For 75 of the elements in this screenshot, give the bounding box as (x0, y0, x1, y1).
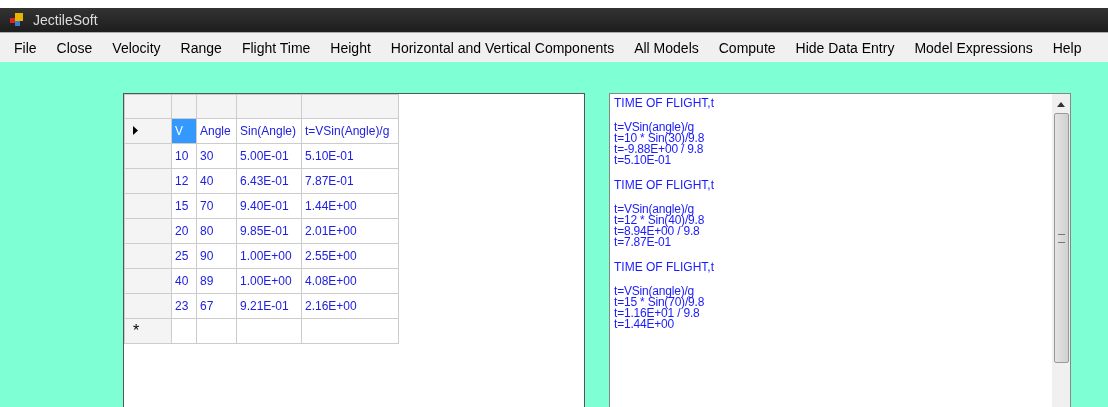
table-cell[interactable]: 2.01E+00 (301, 218, 399, 244)
row-header[interactable] (124, 143, 172, 169)
table-cell[interactable]: 89 (196, 268, 237, 294)
new-row-marker: * (133, 322, 140, 339)
table-cell[interactable]: 1.00E+00 (236, 268, 302, 294)
table-cell[interactable]: 40 (171, 268, 197, 294)
table-cell[interactable]: 4.08E+00 (301, 268, 399, 294)
table-cell[interactable]: 80 (196, 218, 237, 244)
table-cell[interactable]: 23 (171, 293, 197, 319)
menu-item[interactable]: Height (330, 39, 371, 56)
result-heading: TIME OF FLIGHT,t (614, 178, 715, 192)
result-line: t=5.10E-01 (614, 155, 673, 166)
table-cell[interactable]: 2.55E+00 (301, 243, 399, 269)
result-line: t=8.94E+00 / 9.8 (614, 226, 700, 237)
table-cell[interactable]: 15 (171, 193, 197, 219)
scroll-thumb[interactable] (1053, 113, 1069, 363)
table-cell[interactable]: 5.00E-01 (236, 143, 302, 169)
menu-item[interactable]: Compute (718, 39, 776, 56)
result-line: t=10 * Sin(30)/9.8 (614, 133, 706, 144)
result-line: t=1.44E+00 (614, 319, 676, 330)
menu-item[interactable]: Range (180, 39, 222, 56)
table-cell[interactable]: 9.40E-01 (236, 193, 302, 219)
menu-item[interactable]: File (14, 39, 37, 56)
table-cell[interactable]: 25 (171, 243, 197, 269)
result-heading: TIME OF FLIGHT,t (614, 260, 715, 274)
table-cell[interactable]: 7.87E-01 (301, 168, 399, 194)
menu-item[interactable]: Velocity (112, 39, 161, 56)
result-line: t=VSin(angle)/g (614, 204, 695, 215)
row-header[interactable] (124, 218, 172, 244)
current-row-icon (133, 126, 138, 135)
row-header[interactable] (124, 268, 172, 294)
menu-item[interactable]: Horizontal and Vertical Components (390, 39, 615, 56)
table-cell[interactable]: t=VSin(Angle)/g (301, 118, 399, 144)
table-cell[interactable]: 5.10E-01 (301, 143, 399, 169)
row-header[interactable] (124, 293, 172, 319)
table-cell[interactable]: 12 (171, 168, 197, 194)
table-cell[interactable]: 9.21E-01 (236, 293, 302, 319)
menu-item[interactable]: Help (1052, 39, 1082, 56)
table-cell[interactable]: Angle (196, 118, 237, 144)
result-line: t=VSin(angle)/g (614, 122, 695, 133)
result-line: t=7.87E-01 (614, 237, 673, 248)
table-cell[interactable]: 9.85E-01 (236, 218, 302, 244)
menu-item[interactable]: Hide Data Entry (795, 39, 895, 56)
table-cell[interactable]: 10 (171, 143, 197, 169)
result-line: t=-9.88E+00 / 9.8 (614, 144, 705, 155)
table-cell[interactable]: 67 (196, 293, 237, 319)
result-heading: TIME OF FLIGHT,t (614, 96, 715, 110)
result-line: t=15 * Sin(70)/9.8 (614, 297, 706, 308)
table-cell[interactable]: 90 (196, 243, 237, 269)
table-cell[interactable]: 70 (196, 193, 237, 219)
result-line: t=12 * Sin(40)/9.8 (614, 215, 706, 226)
table-cell[interactable]: 6.43E-01 (236, 168, 302, 194)
output-text-area[interactable] (609, 93, 1071, 407)
result-line: t=1.16E+01 / 9.8 (614, 308, 700, 319)
row-header[interactable] (124, 193, 172, 219)
scroll-up-icon[interactable] (1057, 102, 1065, 107)
window-title: JectileSoft (32, 11, 99, 29)
menu-item[interactable]: All Models (634, 39, 699, 56)
table-cell[interactable]: 40 (196, 168, 237, 194)
vertical-scrollbar[interactable] (1052, 94, 1070, 407)
row-header[interactable] (124, 243, 172, 269)
table-cell[interactable]: 20 (171, 218, 197, 244)
menu-item[interactable]: Close (56, 39, 93, 56)
table-cell[interactable]: 30 (196, 143, 237, 169)
table-cell[interactable]: 1.44E+00 (301, 193, 399, 219)
table-cell[interactable]: Sin(Angle) (236, 118, 302, 144)
table-cell[interactable]: 1.00E+00 (236, 243, 302, 269)
menu-item[interactable]: Flight Time (241, 39, 311, 56)
row-header[interactable]: * (124, 318, 172, 344)
app-icon (10, 13, 24, 27)
table-cell[interactable]: 2.16E+00 (301, 293, 399, 319)
row-header[interactable] (124, 168, 172, 194)
row-header[interactable] (124, 118, 172, 144)
menu-item[interactable]: Model Expressions (914, 39, 1033, 56)
result-line: t=VSin(angle)/g (614, 286, 695, 297)
